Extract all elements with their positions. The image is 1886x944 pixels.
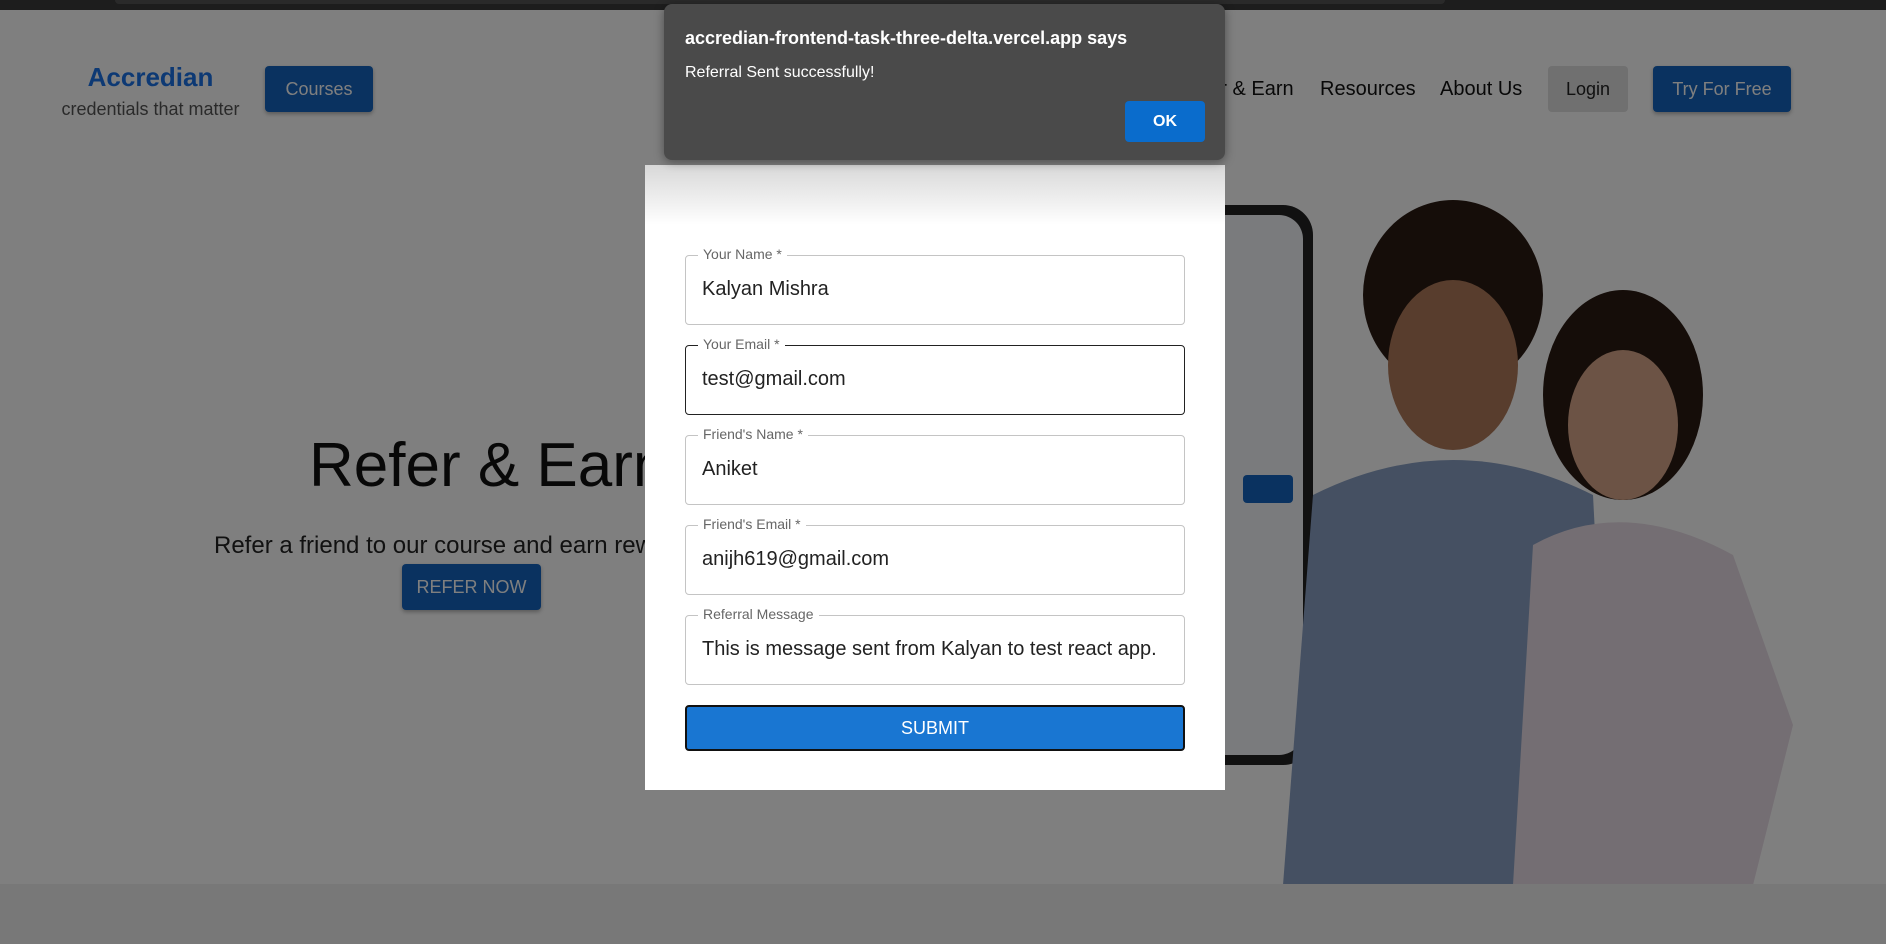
field-label: Your Name * <box>698 246 787 262</box>
referral-message-input[interactable]: This is message sent from Kalyan to test… <box>702 638 1172 661</box>
field-label: Your Email * <box>698 336 785 352</box>
friend-name-field[interactable]: Friend's Name * Aniket <box>685 426 1185 505</box>
referral-form-modal: Your Name * Kalyan Mishra Your Email * t… <box>645 165 1225 790</box>
field-label: Friend's Name * <box>698 426 808 442</box>
friend-name-input[interactable]: Aniket <box>702 458 1172 481</box>
friend-email-input[interactable]: anijh619@gmail.com <box>702 548 1172 571</box>
alert-message: Referral Sent successfully! <box>685 64 875 81</box>
field-label: Referral Message <box>698 606 819 622</box>
friend-email-field[interactable]: Friend's Email * anijh619@gmail.com <box>685 516 1185 595</box>
submit-button[interactable]: SUBMIT <box>685 705 1185 751</box>
your-name-field[interactable]: Your Name * Kalyan Mishra <box>685 246 1185 325</box>
modal-top-shadow <box>645 165 1225 225</box>
your-email-field[interactable]: Your Email * test@gmail.com <box>685 336 1185 415</box>
your-name-input[interactable]: Kalyan Mishra <box>702 278 1172 301</box>
alert-title: accredian-frontend-task-three-delta.verc… <box>685 28 1128 48</box>
browser-alert-dialog: accredian-frontend-task-three-delta.verc… <box>664 4 1225 160</box>
referral-message-field[interactable]: Referral Message This is message sent fr… <box>685 606 1185 685</box>
your-email-input[interactable]: test@gmail.com <box>702 368 1172 391</box>
alert-ok-button[interactable]: OK <box>1125 101 1205 142</box>
field-label: Friend's Email * <box>698 516 806 532</box>
